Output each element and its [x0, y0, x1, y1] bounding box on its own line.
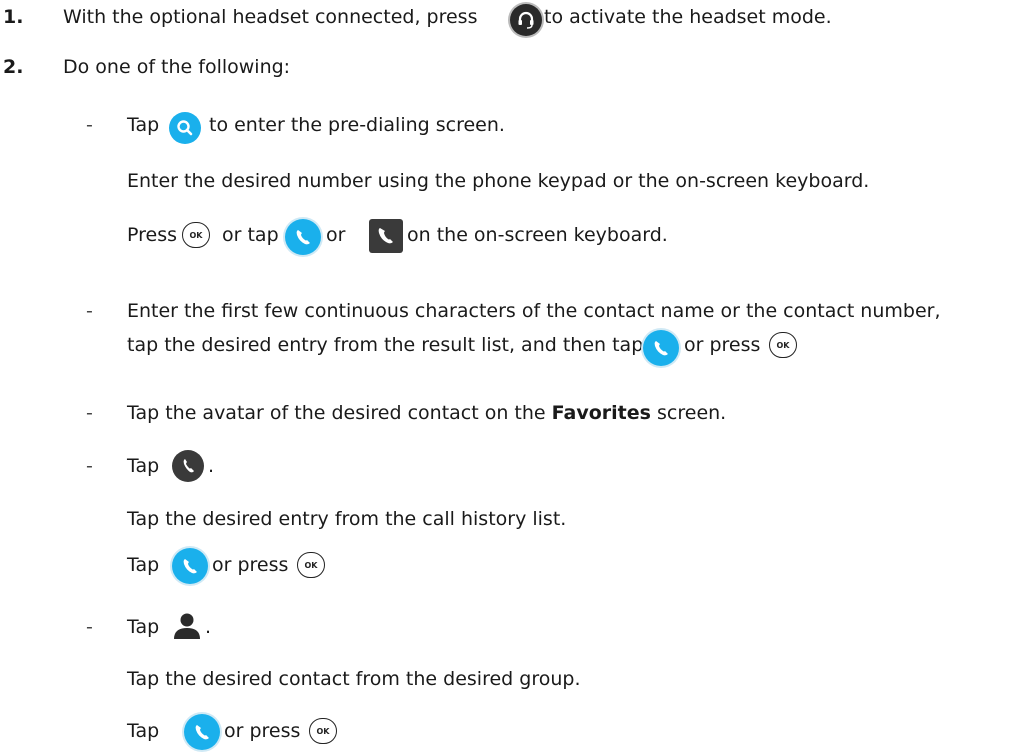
step-1-text-after: to activate the headset mode.: [544, 6, 832, 28]
option-a-or-tap: or tap: [222, 224, 279, 246]
option-d-dash: -: [86, 455, 93, 477]
option-e-tap: Tap: [127, 616, 160, 638]
call-icon: [285, 219, 321, 255]
ok-key-icon: OK: [297, 552, 325, 578]
option-d-line2: Tap the desired entry from the call hist…: [127, 508, 567, 530]
option-a-or: or: [326, 224, 346, 246]
option-e-or-press: or press: [224, 720, 301, 742]
contacts-icon: [172, 612, 202, 640]
option-a-line1: to enter the pre-dialing screen.: [209, 114, 505, 136]
history-icon: [172, 450, 204, 482]
keyboard-call-icon: [369, 219, 403, 253]
option-b-line2: tap the desired entry from the result li…: [127, 334, 644, 356]
option-d-or-press: or press: [212, 554, 289, 576]
headset-icon: [510, 4, 542, 36]
favorites-label: Favorites: [551, 402, 651, 424]
option-c-text: Tap the avatar of the desired contact on…: [127, 402, 727, 424]
option-d-tap2: Tap: [127, 554, 160, 576]
search-icon: [169, 112, 201, 144]
option-b-dash: -: [86, 300, 93, 322]
option-a-line2: Enter the desired number using the phone…: [127, 170, 870, 192]
option-d-tap: Tap: [127, 455, 160, 477]
step-1-number: 1.: [3, 6, 24, 28]
option-b-line1: Enter the first few continuous character…: [127, 300, 941, 322]
call-icon: [643, 330, 679, 366]
ok-key-icon: OK: [309, 718, 337, 744]
option-e-tap2: Tap: [127, 720, 160, 742]
ok-key-icon: OK: [769, 332, 797, 358]
step-2-number: 2.: [3, 56, 24, 78]
option-a-line3-after: on the on-screen keyboard.: [407, 224, 668, 246]
option-c-dash: -: [86, 402, 93, 424]
step-1-text: With the optional headset connected, pre…: [63, 6, 478, 28]
option-a-tap: Tap: [127, 114, 160, 136]
ok-key-icon: OK: [182, 222, 210, 248]
option-e-period: .: [205, 616, 212, 638]
option-d-period: .: [208, 455, 215, 477]
option-e-dash: -: [86, 616, 93, 638]
call-icon: [172, 548, 208, 584]
step-2-text: Do one of the following:: [63, 56, 291, 78]
option-a-dash: -: [86, 114, 93, 136]
option-a-press: Press: [127, 224, 178, 246]
call-icon: [184, 714, 220, 750]
option-e-line2: Tap the desired contact from the desired…: [127, 668, 581, 690]
option-b-or-press: or press: [684, 334, 761, 356]
